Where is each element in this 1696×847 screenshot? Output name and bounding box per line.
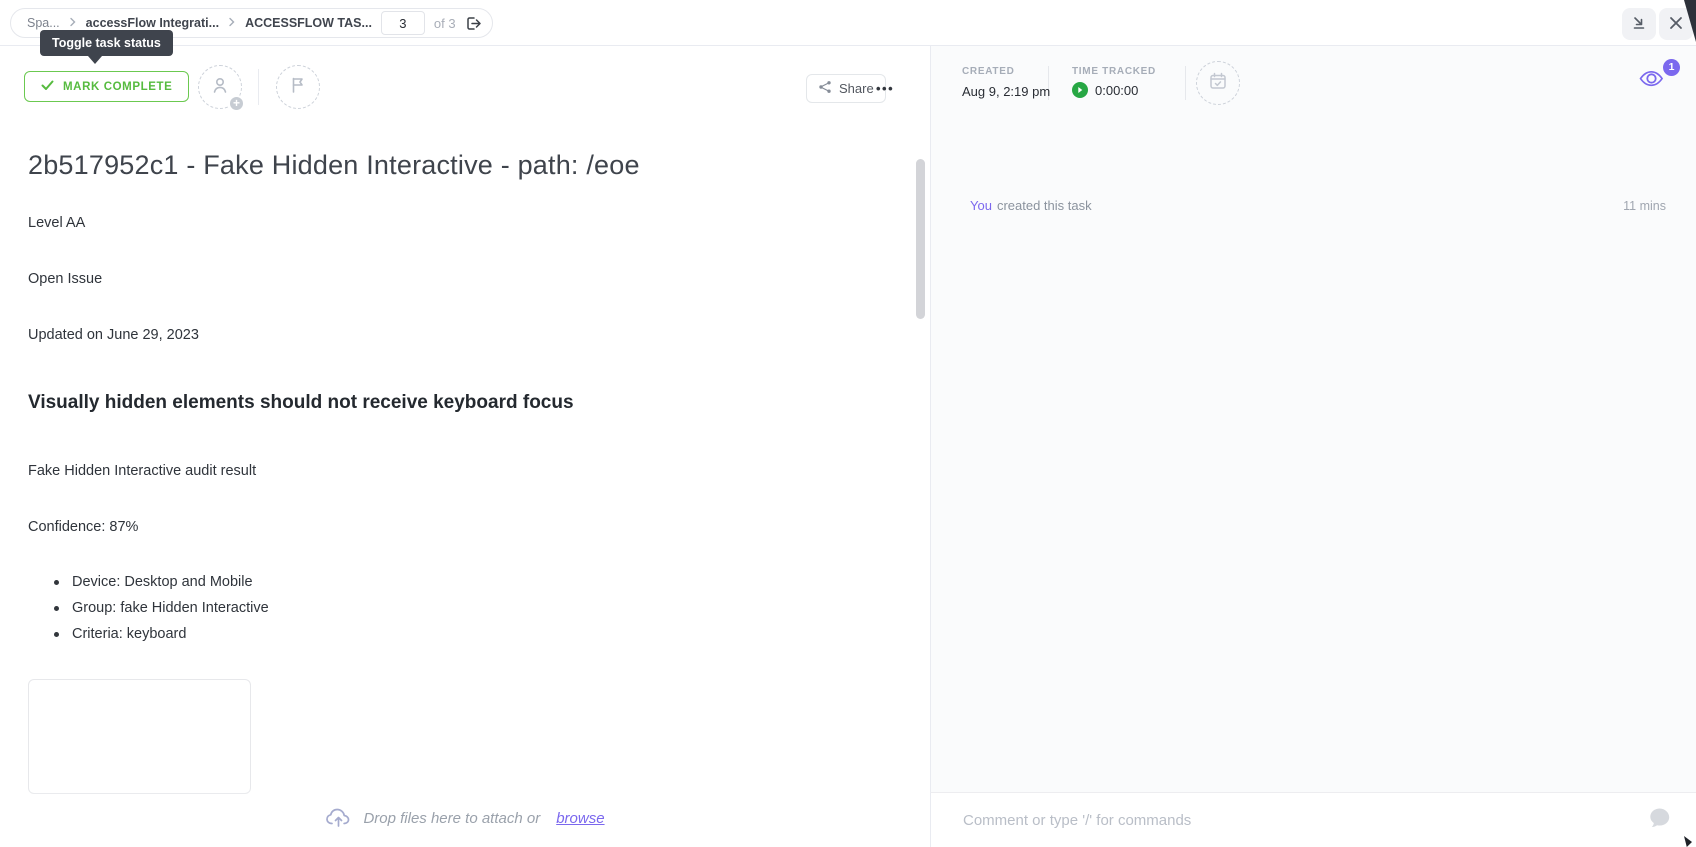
body-line[interactable]: Open Issue bbox=[28, 271, 102, 287]
created-meta: CREATED Aug 9, 2:19 pm bbox=[962, 66, 1050, 99]
body-line[interactable]: Fake Hidden Interactive audit result bbox=[28, 463, 256, 479]
eye-icon bbox=[1636, 81, 1668, 98]
created-label: CREATED bbox=[962, 66, 1050, 77]
watcher-count-badge: 1 bbox=[1663, 59, 1680, 76]
share-label: Share bbox=[839, 81, 874, 96]
breadcrumb-list[interactable]: accessFlow Integrati... bbox=[86, 16, 219, 30]
open-external-icon[interactable] bbox=[465, 15, 482, 32]
section-heading[interactable]: Visually hidden elements should not rece… bbox=[28, 392, 574, 414]
share-button[interactable]: Share bbox=[806, 74, 886, 103]
flag-icon bbox=[289, 76, 307, 99]
created-value: Aug 9, 2:19 pm bbox=[962, 84, 1050, 99]
calendar-check-icon bbox=[1208, 71, 1228, 96]
comment-input[interactable] bbox=[963, 807, 1603, 833]
comment-bubble-icon bbox=[1646, 805, 1674, 838]
check-icon bbox=[41, 80, 54, 94]
tooltip-arrow bbox=[88, 56, 102, 64]
time-tracked-label: TIME TRACKED bbox=[1072, 66, 1156, 77]
list-item[interactable]: Device: Desktop and Mobile bbox=[46, 569, 269, 595]
chevron-right-icon bbox=[228, 14, 236, 32]
page-total-label: of 3 bbox=[434, 16, 456, 31]
play-icon[interactable] bbox=[1072, 82, 1088, 98]
list-item[interactable]: Group: fake Hidden Interactive bbox=[46, 595, 269, 621]
comment-bar bbox=[930, 792, 1696, 847]
mark-complete-button[interactable]: MARK COMPLETE bbox=[24, 71, 189, 102]
body-line[interactable]: Confidence: 87% bbox=[28, 519, 138, 535]
watchers-button[interactable]: 1 bbox=[1636, 66, 1676, 100]
close-icon bbox=[1669, 16, 1683, 33]
person-icon bbox=[210, 75, 230, 100]
breadcrumb-task[interactable]: ACCESSFLOW TAS... bbox=[245, 16, 372, 30]
page-number-input[interactable] bbox=[381, 11, 425, 35]
tooltip: Toggle task status bbox=[40, 30, 173, 56]
set-priority-button[interactable] bbox=[276, 65, 320, 109]
right-panel bbox=[930, 46, 1696, 847]
plus-icon: + bbox=[228, 95, 245, 112]
mark-complete-label: MARK COMPLETE bbox=[63, 81, 172, 93]
activity-log-item: You created this task 11 mins bbox=[970, 198, 1666, 213]
divider bbox=[1185, 66, 1186, 100]
task-title[interactable]: 2b517952c1 - Fake Hidden Interactive - p… bbox=[28, 150, 640, 181]
file-drop-zone[interactable]: Drop files here to attach or browse bbox=[0, 789, 930, 847]
minimize-icon bbox=[1631, 15, 1647, 34]
time-tracked-meta[interactable]: TIME TRACKED 0:00:00 bbox=[1072, 66, 1156, 98]
activity-action: created this task bbox=[997, 198, 1092, 213]
embedded-block-placeholder[interactable] bbox=[28, 679, 251, 794]
breadcrumb-space[interactable]: Spa... bbox=[27, 16, 60, 30]
bullet-list: Device: Desktop and Mobile Group: fake H… bbox=[46, 569, 269, 647]
time-tracked-value: 0:00:00 bbox=[1095, 83, 1138, 98]
browse-link[interactable]: browse bbox=[556, 810, 604, 827]
drop-files-label: Drop files here to attach or bbox=[363, 810, 540, 827]
body-line[interactable]: Level AA bbox=[28, 215, 85, 231]
activity-timestamp: 11 mins bbox=[1623, 199, 1666, 213]
divider bbox=[258, 69, 259, 105]
top-bar: Spa... accessFlow Integrati... ACCESSFLO… bbox=[0, 0, 1696, 46]
set-due-date-button[interactable] bbox=[1196, 61, 1240, 105]
body-line[interactable]: Updated on June 29, 2023 bbox=[28, 327, 199, 343]
minimize-button[interactable] bbox=[1622, 8, 1656, 40]
add-assignee-button[interactable]: + bbox=[198, 65, 242, 109]
list-item[interactable]: Criteria: keyboard bbox=[46, 621, 269, 647]
scrollbar-thumb[interactable] bbox=[916, 159, 925, 319]
more-options-button[interactable]: ••• bbox=[876, 74, 894, 103]
share-icon bbox=[818, 80, 832, 97]
activity-actor[interactable]: You bbox=[970, 198, 992, 213]
cloud-upload-icon bbox=[325, 805, 352, 832]
